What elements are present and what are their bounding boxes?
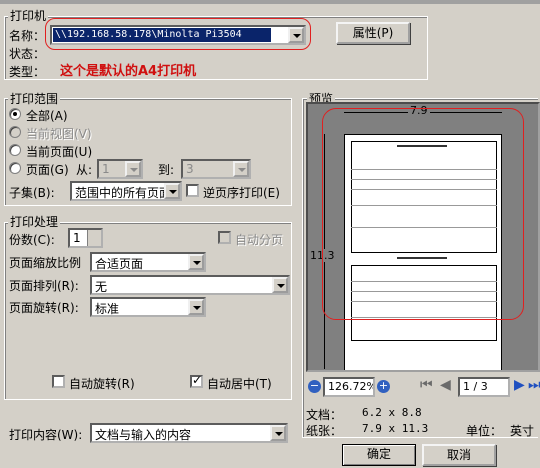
- collate-label: 自动分页: [235, 233, 284, 247]
- range-from-label: 从:: [76, 163, 93, 177]
- prev-page-icon[interactable]: ◀: [440, 377, 451, 393]
- rotate-value: 标准: [95, 302, 120, 316]
- ok-button[interactable]: 确定: [342, 444, 416, 466]
- range-current-page-label[interactable]: 当前页面(U): [26, 143, 92, 160]
- print-what-value: 文档与输入的内容: [95, 428, 192, 442]
- range-from-input: 1: [97, 159, 143, 179]
- scaling-label: 页面缩放比例: [9, 256, 82, 270]
- cancel-button[interactable]: 取消: [422, 444, 496, 466]
- subset-select[interactable]: 范围中的所有页面: [70, 181, 182, 201]
- range-current-view-label: 当前视图(V): [26, 127, 92, 141]
- range-to-label: 到:: [158, 163, 175, 177]
- copies-value: 1: [73, 231, 81, 245]
- unit-value: 英寸: [510, 424, 535, 438]
- chevron-down-icon: [125, 161, 141, 177]
- subset-value: 范围中的所有页面: [75, 186, 172, 200]
- range-all-label[interactable]: 全部(A): [26, 107, 68, 124]
- printer-name-label: 名称：: [9, 29, 46, 43]
- copies-label: 份数(C):: [9, 233, 55, 247]
- next-page-icon[interactable]: ▶: [514, 377, 525, 393]
- reverse-order-label[interactable]: 逆页序打印(E): [203, 184, 280, 201]
- chevron-down-icon[interactable]: [272, 277, 288, 293]
- printer-status-label: 状态：: [9, 47, 46, 61]
- page-indicator: 1 / 3: [463, 380, 488, 393]
- arrange-select[interactable]: 无: [90, 275, 290, 295]
- range-current-page-radio[interactable]: [9, 144, 21, 156]
- auto-center-checkbox[interactable]: [190, 373, 203, 388]
- subset-label: 子集(B):: [9, 186, 55, 200]
- print-what-label: 打印内容(W):: [9, 428, 83, 442]
- chevron-down-icon[interactable]: [188, 254, 204, 270]
- first-page-icon[interactable]: ⏮: [420, 377, 433, 393]
- paper-size-label: 纸张：: [306, 424, 343, 438]
- auto-rotate-checkbox[interactable]: [52, 375, 65, 388]
- range-current-view-radio: [9, 126, 21, 138]
- zoom-input[interactable]: 126.72%: [323, 377, 375, 397]
- chevron-down-icon: [233, 161, 249, 177]
- page-input[interactable]: 1 / 3: [458, 377, 510, 397]
- properties-button[interactable]: 属性(P): [336, 22, 410, 44]
- copies-input[interactable]: 1: [68, 228, 103, 248]
- zoom-in-icon[interactable]: +: [377, 380, 390, 393]
- chevron-down-icon[interactable]: [164, 183, 180, 199]
- last-page-icon[interactable]: ⏭: [528, 377, 540, 393]
- preview-highlight-ring: [322, 108, 524, 320]
- zoom-value: 126.72%: [328, 380, 375, 393]
- range-all-radio[interactable]: [9, 108, 21, 120]
- range-to-input: 3: [181, 159, 251, 179]
- auto-rotate-label[interactable]: 自动旋转(R): [69, 375, 135, 392]
- doc-size-label: 文档：: [306, 408, 343, 422]
- range-pages-radio[interactable]: [9, 162, 21, 174]
- print-what-select[interactable]: 文档与输入的内容: [90, 423, 288, 443]
- range-from-value: 1: [102, 162, 110, 176]
- range-to-value: 3: [186, 162, 194, 176]
- printer-type-label: 类型：: [9, 65, 46, 79]
- reverse-order-checkbox[interactable]: [186, 184, 199, 197]
- paper-size-value: 7.9 x 11.3: [362, 422, 429, 435]
- top-strip: [0, 0, 540, 4]
- doc-size-value: 6.2 x 8.8: [362, 406, 422, 419]
- chevron-down-icon[interactable]: [188, 299, 204, 315]
- spinner-icon[interactable]: [87, 230, 101, 246]
- rotate-label: 页面旋转(R):: [9, 301, 79, 315]
- arrange-label: 页面排列(R):: [9, 279, 79, 293]
- scaling-value: 合适页面: [95, 257, 144, 271]
- handling-group-title: 打印处理: [8, 213, 61, 230]
- scaling-select[interactable]: 合适页面: [90, 252, 206, 272]
- preview-canvas: 7.9 11.3: [306, 102, 540, 372]
- default-printer-note: 这个是默认的A4打印机: [60, 64, 197, 79]
- rotate-select[interactable]: 标准: [90, 297, 206, 317]
- printer-highlight-ring: [45, 18, 311, 50]
- chevron-down-icon[interactable]: [270, 425, 286, 441]
- arrange-value: 无: [95, 280, 108, 294]
- auto-center-label[interactable]: 自动居中(T): [207, 375, 272, 392]
- zoom-out-icon[interactable]: −: [308, 380, 321, 393]
- unit-label: 单位：: [466, 424, 503, 438]
- printer-group-title: 打印机: [8, 7, 49, 24]
- collate-checkbox: [218, 231, 231, 244]
- range-pages-label[interactable]: 页面(G): [26, 161, 69, 178]
- range-group-title: 打印范围: [8, 90, 61, 107]
